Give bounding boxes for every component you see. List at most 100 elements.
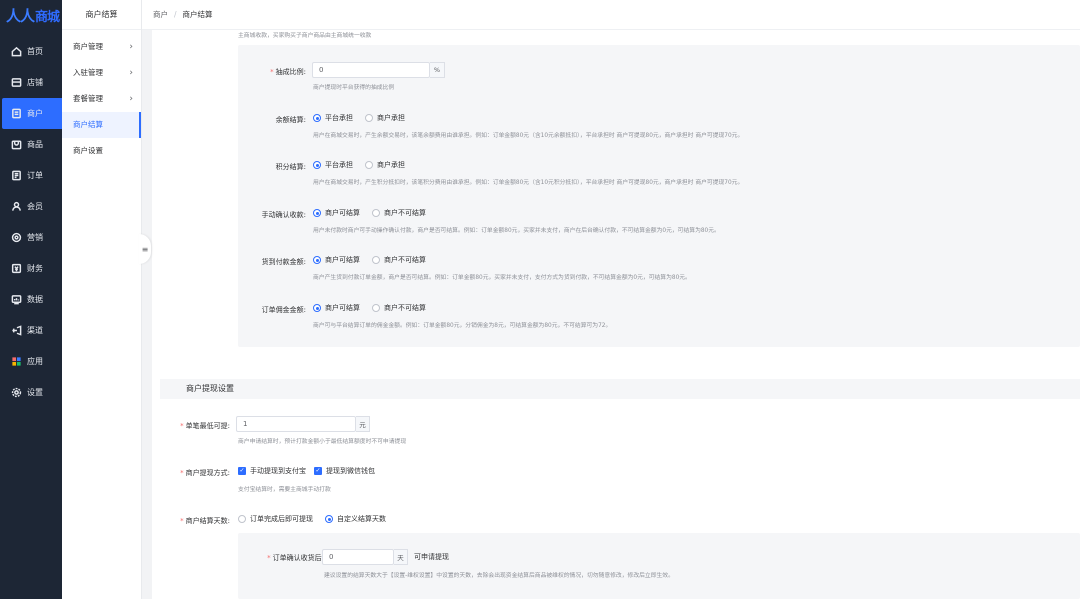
withdraw-method-label: * 商户提现方式: xyxy=(160,468,230,478)
subnav-item-merchant-settings[interactable]: 商户设置 xyxy=(62,138,141,164)
balance-hint: 用户在商城交易时，产生余额交易时，该笔余额费用由谁承担。例如：订单金额80元（含… xyxy=(313,133,744,139)
wechat-checkbox[interactable]: ✓ 提现到微信钱包 xyxy=(314,466,375,476)
order-icon xyxy=(12,170,21,181)
main-nav: 人人 商城 首页 店铺 商户 商品 订单 会员 营销 财务 数据 渠道 应用 设… xyxy=(0,0,62,599)
nav-item-label: 设置 xyxy=(27,388,43,397)
store-icon xyxy=(11,78,22,87)
product-icon xyxy=(11,140,22,150)
subnav-item-label: 商户管理 xyxy=(73,42,103,51)
radio-label: 商户承担 xyxy=(377,161,405,169)
nav-item-member[interactable]: 会员 xyxy=(0,191,62,222)
main-content: 主商城收款，买家购买子商户商品由主商城统一收款 * 抽成比例: 0 % 商户提现时… xyxy=(152,30,1080,599)
subnav-item-settlement[interactable]: 商户结算 xyxy=(62,112,141,138)
breadcrumb-current: 商户结算 xyxy=(182,10,213,19)
min-withdraw-hint: 商户申请结算时，预计打款金额小于最低结算额度时不可申请提现 xyxy=(238,439,407,445)
commission-input-group: 0 % xyxy=(312,62,445,78)
nav-item-finance[interactable]: 财务 xyxy=(0,253,62,284)
nav-item-settings[interactable]: 设置 xyxy=(0,377,62,408)
nav-item-label: 店铺 xyxy=(27,78,43,87)
radio-dot xyxy=(372,256,380,264)
confirm-days-label-text: 订单确认收货后: xyxy=(272,554,324,562)
balance-radio-platform[interactable]: 平台承担 xyxy=(313,113,353,123)
breadcrumb: 商户 / 商户结算 xyxy=(142,0,1080,30)
manual-confirm-radio-group: 商户可结算 商户不可结算 xyxy=(313,208,438,218)
manual-confirm-radio-allow[interactable]: 商户可结算 xyxy=(313,208,360,218)
required-mark: * xyxy=(267,554,271,562)
nav-item-product[interactable]: 商品 xyxy=(0,129,62,160)
radio-dot xyxy=(313,209,321,217)
breadcrumb-separator: / xyxy=(174,10,177,19)
yuan-suffix: 元 xyxy=(356,416,370,432)
balance-radio-merchant[interactable]: 商户承担 xyxy=(365,113,405,123)
alipay-checkbox[interactable]: ✓ 手动提现到支付宝 xyxy=(238,466,306,476)
radio-dot xyxy=(313,161,321,169)
confirm-days-input[interactable]: 0 xyxy=(322,549,394,565)
radio-label: 自定义结算天数 xyxy=(337,515,386,523)
nav-item-label: 营销 xyxy=(27,233,43,242)
apps-icon xyxy=(12,357,21,366)
subnav-item-onboarding[interactable]: 入驻管理 › xyxy=(62,60,141,86)
radio-label: 商户可结算 xyxy=(325,256,360,264)
nav-item-merchant[interactable]: 商户 xyxy=(2,98,62,129)
required-mark: * xyxy=(180,422,184,430)
withdraw-method-group: ✓ 手动提现到支付宝 ✓ 提现到微信钱包 xyxy=(238,466,383,476)
cod-radio-allow[interactable]: 商户可结算 xyxy=(313,255,360,265)
balance-radio-group: 平台承担 商户承担 xyxy=(313,113,417,123)
nav-item-home[interactable]: 首页 xyxy=(0,36,62,67)
commission-label-text: 抽成比例: xyxy=(275,68,306,76)
points-radio-merchant[interactable]: 商户承担 xyxy=(365,160,405,170)
radio-label: 商户不可结算 xyxy=(384,256,426,264)
radio-dot xyxy=(372,304,380,312)
check-icon: ✓ xyxy=(238,467,246,475)
app-root: 人人 商城 首页 店铺 商户 商品 订单 会员 营销 财务 数据 渠道 应用 设… xyxy=(0,0,1080,599)
subnav-item-packages[interactable]: 套餐管理 › xyxy=(62,86,141,112)
order-commission-radio-group: 商户可结算 商户不可结算 xyxy=(313,303,438,313)
breadcrumb-root[interactable]: 商户 xyxy=(153,9,168,20)
manual-confirm-label: 手动确认收款: xyxy=(261,211,306,219)
required-mark: * xyxy=(180,517,184,525)
channel-icon xyxy=(12,325,22,336)
subnav-item-merchant-manage[interactable]: 商户管理 › xyxy=(62,34,141,60)
withdraw-method-hint: 支付宝结算时，需要主商城手动打款 xyxy=(238,487,331,493)
commission-input[interactable]: 0 xyxy=(312,62,430,78)
required-mark: * xyxy=(180,469,184,477)
manual-confirm-hint: 用户未付款时商户可手动操作确认付款，商户是否可结算。例如：订单金额80元，买家并… xyxy=(313,228,720,234)
nav-item-label: 订单 xyxy=(27,171,43,180)
gear-icon xyxy=(11,387,22,398)
cod-radio-deny[interactable]: 商户不可结算 xyxy=(372,255,426,265)
settle-days-label-text: 商户结算天数: xyxy=(185,517,230,525)
settle-days-radio-custom[interactable]: 自定义结算天数 xyxy=(325,514,386,524)
nav-item-label: 渠道 xyxy=(27,326,43,335)
nav-item-data[interactable]: 数据 xyxy=(0,284,62,315)
points-radio-platform[interactable]: 平台承担 xyxy=(313,160,353,170)
radio-dot xyxy=(372,209,380,217)
percent-suffix: % xyxy=(430,62,445,78)
settle-days-radio-immediate[interactable]: 订单完成后即可提现 xyxy=(238,514,313,524)
nav-item-marketing[interactable]: 营销 xyxy=(0,222,62,253)
checkbox-label: 手动提现到支付宝 xyxy=(250,467,306,475)
logo[interactable]: 人人 商城 xyxy=(0,0,62,30)
radio-dot xyxy=(365,161,373,169)
order-commission-radio-allow[interactable]: 商户可结算 xyxy=(313,303,360,313)
nav-item-order[interactable]: 订单 xyxy=(0,160,62,191)
order-commission-radio-deny[interactable]: 商户不可结算 xyxy=(372,303,426,313)
manual-confirm-radio-deny[interactable]: 商户不可结算 xyxy=(372,208,426,218)
top-hint: 主商城收款，买家购买子商户商品由主商城统一收款 xyxy=(238,33,372,39)
nav-item-label: 商户 xyxy=(27,109,43,118)
radio-label: 商户不可结算 xyxy=(384,304,426,312)
data-icon xyxy=(11,295,22,305)
nav-item-store[interactable]: 店铺 xyxy=(0,67,62,98)
nav-item-label: 应用 xyxy=(27,357,43,366)
nav-item-channel[interactable]: 渠道 xyxy=(0,315,62,346)
collapse-toggle[interactable]: ≡ xyxy=(139,234,151,264)
commission-label: * 抽成比例: xyxy=(240,67,306,77)
subnav-item-label: 商户设置 xyxy=(73,146,103,155)
commission-hint: 商户提现时平台获得的抽成比例 xyxy=(313,85,395,91)
chevron-right-icon: › xyxy=(129,94,133,104)
nav-item-apps[interactable]: 应用 xyxy=(0,346,62,377)
min-withdraw-input[interactable]: 1 xyxy=(236,416,356,432)
confirm-days-input-group: 0 天 可申请提现 xyxy=(322,549,449,565)
min-withdraw-label-text: 单笔最低可提: xyxy=(185,422,230,430)
settle-days-label: * 商户结算天数: xyxy=(160,516,230,526)
confirm-days-after-text: 可申请提现 xyxy=(414,553,449,561)
